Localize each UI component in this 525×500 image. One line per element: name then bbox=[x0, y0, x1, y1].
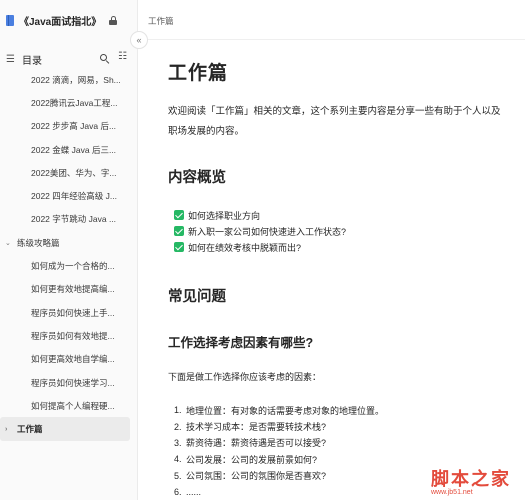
checkbox-checked-icon[interactable] bbox=[174, 226, 184, 236]
watermark-text: 脚本之家 bbox=[431, 469, 511, 490]
book-title[interactable]: 《Java面试指北》 bbox=[19, 13, 101, 28]
task-label: 新入职一家公司如何快速进入工作状态? bbox=[188, 226, 347, 237]
toc-item-label: 2022腾讯云Java工程... bbox=[31, 97, 118, 108]
breadcrumb[interactable]: 工作篇 bbox=[148, 15, 174, 27]
toc-item-label: 程序员如何有效地提... bbox=[31, 330, 115, 341]
toc-item[interactable]: 程序员如何快速上手... bbox=[0, 301, 138, 324]
watermark-logo: 脚本之家 www.jb51.net bbox=[431, 465, 511, 496]
toc-item-label: 程序员如何快速学习... bbox=[31, 377, 115, 388]
toc-title: 目录 bbox=[22, 55, 42, 67]
book-icon bbox=[6, 14, 14, 26]
toc-item[interactable]: 如何更高效地自学编... bbox=[0, 348, 138, 371]
toc-group-label: 练级攻略篇 bbox=[17, 237, 60, 248]
toc-item[interactable]: 如何成为一个合格的... bbox=[0, 254, 138, 277]
overview-heading: 内容概览 bbox=[168, 170, 226, 186]
toc-list-icon: ☰ bbox=[6, 53, 15, 65]
toc-item-label: 如何更有效地提高编... bbox=[31, 284, 115, 295]
toc-group-label: 工作篇 bbox=[17, 424, 43, 435]
toc-item-label: 如何更高效地自学编... bbox=[31, 354, 115, 365]
chevron-down-icon[interactable]: ⌄ bbox=[5, 239, 17, 247]
toc-item[interactable]: 程序员如何快速学习... bbox=[0, 371, 138, 394]
list-item-text: 薪资待遇：薪资待遇是否可以接受? bbox=[186, 438, 327, 449]
search-icon[interactable] bbox=[100, 54, 110, 64]
task-item: 如何在绩效考核中脱颖而出? bbox=[174, 239, 346, 255]
toc-item-label: 程序员如何快速上手... bbox=[31, 307, 115, 318]
toc-item-label: 2022 金蝶 Java 后三... bbox=[31, 144, 117, 155]
task-label: 如何在绩效考核中脱颖而出? bbox=[188, 242, 302, 253]
intro-paragraph: 欢迎阅读「工作篇」相关的文章，这个系列主要内容是分享一些有助于个人以及职场发展的… bbox=[168, 106, 501, 137]
toc-list: 2022 滴滴，网易，Sh... 2022腾讯云Java工程... 2022 步… bbox=[0, 68, 138, 441]
toc-item-label: 如何成为一个合格的... bbox=[31, 261, 115, 272]
collapse-sidebar-button[interactable]: « bbox=[130, 31, 148, 49]
toc-group-work[interactable]: › 工作篇 bbox=[0, 417, 130, 441]
toc-item-label: 2022 滴滴，网易，Sh... bbox=[31, 74, 121, 85]
list-number: 5. bbox=[174, 470, 182, 481]
list-item-text: 技术学习成本：是否需要转技术栈? bbox=[186, 422, 327, 433]
toc-item[interactable]: 2022 步步高 Java 后... bbox=[0, 115, 138, 138]
page-title: 工作篇 bbox=[168, 63, 229, 84]
list-number: 4. bbox=[174, 454, 182, 465]
faq-heading: 常见问题 bbox=[168, 289, 226, 305]
list-item-text: 地理位置：有对象的话需要考虑对象的地理位置。 bbox=[186, 405, 385, 416]
toc-item[interactable]: 2022 滴滴，网易，Sh... bbox=[0, 68, 138, 91]
factors-heading: 工作选择考虑因素有哪些? bbox=[168, 336, 314, 350]
toc-item-label: 如何提高个人编程硬... bbox=[31, 400, 115, 411]
list-item: 6....... bbox=[174, 484, 384, 500]
list-number: 1. bbox=[174, 405, 182, 416]
factor-list: 1. 地理位置：有对象的话需要考虑对象的地理位置。 2. 技术学习成本：是否需要转技… bbox=[174, 402, 384, 500]
toc-item-label: 2022 字节跳动 Java ... bbox=[31, 214, 117, 225]
topbar: 工作篇 bbox=[138, 0, 525, 40]
list-item: 4. 公司发展：公司的发展前景如何? bbox=[174, 451, 384, 467]
toc-item[interactable]: 2022 金蝶 Java 后三... bbox=[0, 138, 138, 161]
task-item: 如何选择职业方向 bbox=[174, 207, 346, 223]
checkbox-checked-icon[interactable] bbox=[174, 210, 184, 220]
toc-item-label: 2022美团、华为、字... bbox=[31, 167, 117, 178]
sidebar: 《Java面试指北》 ☰ 目录 ☷ 2022 滴滴，网易，Sh... 2022腾… bbox=[0, 0, 138, 500]
toc-item[interactable]: 如何提高个人编程硬... bbox=[0, 394, 138, 417]
list-item: 5. 公司氛围：公司的氛围你是否喜欢? bbox=[174, 468, 384, 484]
task-item: 新入职一家公司如何快速进入工作状态? bbox=[174, 223, 346, 239]
book-header[interactable]: 《Java面试指北》 bbox=[0, 0, 137, 40]
lock-icon bbox=[109, 15, 118, 25]
task-label: 如何选择职业方向 bbox=[188, 210, 261, 221]
task-list: 如何选择职业方向 新入职一家公司如何快速进入工作状态? 如何在绩效考核中脱颖而出… bbox=[174, 207, 346, 255]
checkbox-checked-icon[interactable] bbox=[174, 242, 184, 252]
toc-expand-icon[interactable]: ☷ bbox=[118, 51, 127, 62]
toc-item[interactable]: 如何更有效地提高编... bbox=[0, 278, 138, 301]
toc-group-training[interactable]: ⌄ 练级攻略篇 bbox=[0, 231, 138, 254]
list-item-text: 公司氛围：公司的氛围你是否喜欢? bbox=[186, 471, 327, 482]
list-item: 3. 薪资待遇：薪资待遇是否可以接受? bbox=[174, 435, 384, 451]
chevron-right-icon[interactable]: › bbox=[5, 426, 17, 433]
list-item: 2. 技术学习成本：是否需要转技术栈? bbox=[174, 418, 384, 434]
list-number: 6. bbox=[174, 487, 182, 498]
list-item: 1. 地理位置：有对象的话需要考虑对象的地理位置。 bbox=[174, 402, 384, 418]
list-item-text: 公司发展：公司的发展前景如何? bbox=[186, 454, 318, 465]
toc-item[interactable]: 2022腾讯云Java工程... bbox=[0, 91, 138, 114]
list-number: 3. bbox=[174, 437, 182, 448]
list-item-text: ...... bbox=[186, 487, 202, 498]
list-number: 2. bbox=[174, 421, 182, 432]
toc-item-label: 2022 四年经验高级 J... bbox=[31, 191, 117, 202]
toc-item[interactable]: 2022美团、华为、字... bbox=[0, 161, 138, 184]
toc-item[interactable]: 2022 四年经验高级 J... bbox=[0, 184, 138, 207]
toc-item[interactable]: 2022 字节跳动 Java ... bbox=[0, 208, 138, 231]
toc-item[interactable]: 程序员如何有效地提... bbox=[0, 324, 138, 347]
toc-item-label: 2022 步步高 Java 后... bbox=[31, 121, 117, 132]
factors-intro: 下面是做工作选择你应该考虑的因素： bbox=[168, 372, 322, 382]
